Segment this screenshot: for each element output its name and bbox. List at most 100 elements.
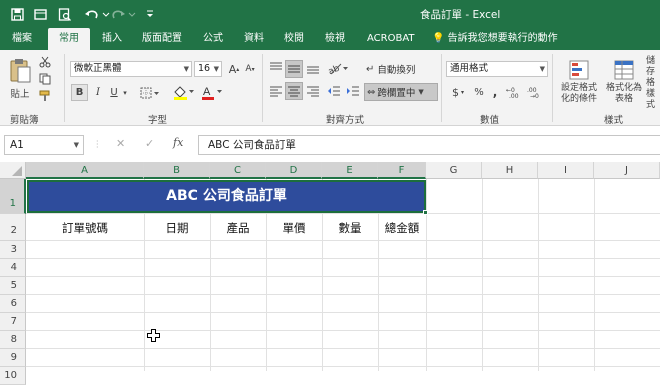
row-header-1[interactable]: 1 (0, 179, 26, 214)
merge-center-button[interactable]: ⇔ 跨欄置中 ▼ (364, 83, 438, 101)
tab-data[interactable]: 資料 (244, 28, 264, 50)
row-header-8[interactable]: 8 (0, 331, 26, 349)
fill-handle[interactable] (423, 210, 428, 215)
format-painter-icon[interactable] (38, 89, 52, 103)
row-header-6[interactable]: 6 (0, 295, 26, 313)
comma-icon[interactable]: , (489, 84, 501, 100)
row-header-3[interactable]: 3 (0, 241, 26, 259)
gridline (26, 276, 660, 277)
conditional-formatting-icon (569, 60, 589, 80)
column-header-c[interactable]: C (210, 162, 266, 179)
row-header-9[interactable]: 9 (0, 349, 26, 367)
enter-icon[interactable]: ✓ (145, 137, 154, 150)
header-cell-order-id[interactable]: 訂單號碼 (26, 220, 144, 236)
grow-font-button[interactable]: A ▴ (227, 61, 241, 77)
bold-button[interactable]: B (71, 84, 88, 101)
column-header-b[interactable]: B (144, 162, 210, 179)
orientation-icon[interactable]: ab (326, 60, 350, 76)
row-header-10[interactable]: 10 (0, 367, 26, 385)
underline-button[interactable]: U (107, 84, 121, 101)
borders-icon[interactable] (139, 84, 161, 101)
column-header-h[interactable]: H (482, 162, 538, 179)
currency-button[interactable]: $ ▾ (448, 84, 468, 100)
column-header-i[interactable]: I (538, 162, 594, 179)
tab-review[interactable]: 校閱 (284, 28, 304, 50)
tab-view[interactable]: 檢視 (325, 28, 345, 50)
tab-home[interactable]: 常用 (48, 28, 90, 50)
top-align-icon[interactable] (268, 60, 284, 76)
cell-styles-label: 儲存格樣式 (646, 55, 656, 110)
column-header-e[interactable]: E (322, 162, 378, 179)
chevron-down-icon: ▼ (213, 65, 219, 73)
row-header-5[interactable]: 5 (0, 277, 26, 295)
conditional-formatting-button[interactable]: 設定格式化的條件 (556, 54, 602, 110)
align-center-icon[interactable] (285, 82, 303, 100)
number-format-combo[interactable]: 通用格式 ▼ (446, 61, 548, 77)
tab-page-layout[interactable]: 版面配置 (142, 28, 182, 50)
cancel-icon[interactable]: ✕ (116, 137, 125, 150)
middle-align-icon[interactable] (285, 60, 303, 78)
tab-insert[interactable]: 插入 (102, 28, 122, 50)
row-header-2[interactable]: 2 (0, 214, 26, 241)
merged-title-cell[interactable]: ABC 公司食品訂單 (27, 180, 426, 213)
header-cell-quantity[interactable]: 數量 (322, 220, 378, 236)
tab-acrobat[interactable]: ACROBAT (367, 28, 415, 50)
ribbon-home: 貼上 剪貼簿 微軟正黑體 ▼ 16 ▼ A▴ A▾ B I U ▾ A 字型 (0, 50, 660, 170)
paste-button[interactable]: 貼上 (6, 54, 34, 104)
row-header-7[interactable]: 7 (0, 313, 26, 331)
row-header-4[interactable]: 4 (0, 259, 26, 277)
wrap-text-label: 自動換列 (377, 65, 416, 76)
touch-mode-icon[interactable] (31, 5, 49, 23)
header-cell-total[interactable]: 總金額 (378, 220, 426, 236)
percent-icon[interactable]: % (472, 84, 486, 100)
bottom-align-icon[interactable] (305, 60, 321, 76)
header-cell-product[interactable]: 產品 (210, 220, 266, 236)
header-cell-unit-price[interactable]: 單價 (266, 220, 322, 236)
redo-icon[interactable] (112, 5, 138, 23)
align-left-icon[interactable] (268, 83, 284, 99)
chevron-down-icon[interactable]: ▾ (121, 84, 129, 101)
save-icon[interactable] (8, 5, 26, 23)
grow-font-icon: A (228, 62, 237, 76)
copy-icon[interactable] (38, 72, 52, 86)
column-header-j[interactable]: J (594, 162, 660, 179)
font-name-combo[interactable]: 微軟正黑體 ▼ (70, 61, 192, 77)
cut-icon[interactable] (38, 55, 52, 69)
shrink-font-button[interactable]: A ▾ (243, 61, 257, 77)
tell-me-box[interactable]: 💡 告訴我您想要執行的動作 (432, 28, 558, 50)
wrap-text-button[interactable]: ↵ 自動換列 (366, 61, 428, 77)
tab-file[interactable]: 檔案 (12, 28, 32, 50)
select-all-corner[interactable] (0, 162, 26, 179)
format-as-table-button[interactable]: 格式化為表格 (604, 54, 644, 110)
column-header-d[interactable]: D (266, 162, 322, 179)
column-header-g[interactable]: G (426, 162, 482, 179)
gridline (482, 179, 483, 371)
fill-color-icon[interactable] (172, 83, 196, 101)
formula-input[interactable]: ABC 公司食品訂單 (198, 135, 660, 155)
formula-bar-grip-icon[interactable]: · · · (96, 138, 99, 152)
tab-formulas[interactable]: 公式 (203, 28, 223, 50)
italic-button[interactable]: I (91, 84, 105, 101)
increase-decimal-icon[interactable]: ←0.00 (505, 84, 523, 100)
worksheet-grid[interactable]: A B C D E F G H I J 1 2 3 4 5 6 7 8 9 10… (0, 162, 660, 385)
column-header-a[interactable]: A (26, 162, 144, 179)
decrease-indent-icon[interactable] (326, 83, 342, 99)
name-box[interactable]: A1 ▼ (4, 135, 84, 155)
name-box-value: A1 (10, 139, 24, 151)
header-cell-date[interactable]: 日期 (144, 220, 210, 236)
gridline (26, 213, 660, 214)
gridline (26, 330, 660, 331)
insert-function-icon[interactable]: fx (173, 136, 183, 149)
column-header-f[interactable]: F (378, 162, 426, 179)
align-right-icon[interactable] (305, 83, 321, 99)
customize-qat-icon[interactable] (141, 5, 159, 23)
font-color-icon[interactable]: A (200, 83, 224, 101)
group-number-label: 數值 (480, 115, 500, 126)
cell-styles-button[interactable]: 儲存格樣式 (646, 54, 660, 110)
print-preview-icon[interactable] (55, 5, 73, 23)
undo-icon[interactable] (83, 5, 111, 23)
decrease-decimal-icon[interactable]: .00 →0 (526, 84, 544, 100)
font-size-combo[interactable]: 16 ▼ (194, 61, 222, 77)
currency-icon: $ (451, 85, 459, 99)
increase-indent-icon[interactable] (345, 83, 361, 99)
